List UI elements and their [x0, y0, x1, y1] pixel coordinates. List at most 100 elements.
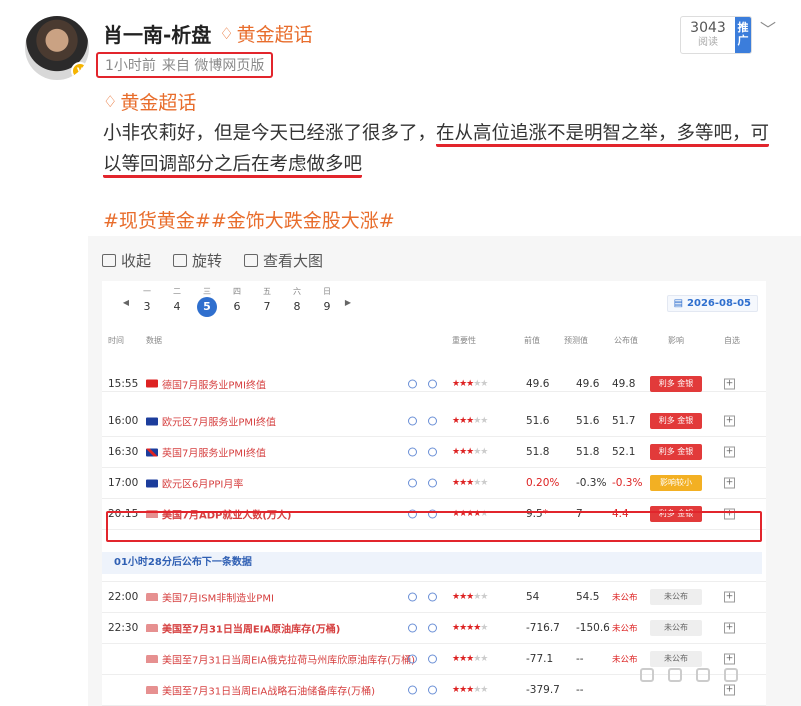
importance-stars: ★★★★★ [452, 416, 488, 426]
row-time: 16:30 [108, 446, 139, 458]
rotate-button[interactable]: 旋转 [173, 250, 222, 271]
header-time: 时间 [108, 336, 124, 345]
view-large-label: 查看大图 [263, 252, 324, 270]
add-icon[interactable]: + [724, 653, 735, 665]
post-topic-label: 黄金超话 [120, 92, 197, 114]
prev-value: -77.1 [526, 653, 553, 665]
promote-button[interactable]: 推广 [735, 17, 751, 53]
weibo-post: v 肖一南-析盘 ♢ 黄金超话 1小时前 来自 微博网页版 3043 阅读 推广… [0, 0, 801, 706]
view-large-button[interactable]: 查看大图 [244, 250, 323, 271]
row-event: 欧元区7月服务业PMI终值 [146, 414, 276, 429]
table-row[interactable]: 15:55 德国7月服务业PMI终值 ★★★★★ 49.6 49.6 49.8 利多 金银 + [102, 375, 766, 392]
table-row[interactable]: 17:00 欧元区6月PPI月率 ★★★★★ 0.20% -0.3% -0.3% 影响较小 + [102, 468, 766, 499]
day-4[interactable]: 二4 [162, 287, 192, 317]
tool-icon-3[interactable] [696, 668, 710, 682]
add-icon[interactable]: + [724, 684, 735, 696]
row-event: 德国7月服务业PMI终值 [146, 376, 266, 391]
next-week-icon[interactable]: ▶ [342, 298, 354, 317]
super-topic-link[interactable]: ♢ 黄金超话 [219, 20, 312, 47]
add-icon[interactable]: + [724, 415, 735, 427]
clock-icon[interactable] [428, 416, 437, 426]
user-name[interactable]: 肖一南-析盘 [103, 19, 211, 48]
importance-stars: ★★★★★ [452, 478, 488, 488]
day-7[interactable]: 五7 [252, 287, 282, 317]
layers-icon[interactable] [408, 592, 417, 602]
layers-icon[interactable] [408, 623, 417, 633]
table-row[interactable]: 16:00 欧元区7月服务业PMI终值 ★★★★★ 51.6 51.6 51.7 利多 金银… [102, 406, 766, 437]
forecast-value: 51.8 [576, 446, 600, 458]
clock-icon[interactable] [428, 478, 437, 488]
hashtags[interactable]: #现货黄金##金饰大跌金股大涨# [103, 206, 395, 233]
add-icon[interactable]: + [724, 446, 735, 458]
day-5[interactable]: 三5 [192, 287, 222, 317]
forecast-value: 51.6 [576, 415, 600, 427]
event-name: 德国7月服务业PMI终值 [162, 380, 266, 391]
header-impact: 影响 [668, 336, 684, 345]
clock-icon[interactable] [428, 379, 437, 388]
layers-icon[interactable] [408, 379, 417, 388]
header-prev: 前值 [524, 336, 540, 345]
post-text: 小非农莉好，但是今天已经涨了很多了，在从高位追涨不是明智之举，多等吧，可 以等回… [103, 118, 787, 180]
clock-icon[interactable] [428, 685, 437, 695]
image-tools [640, 668, 738, 682]
table-row[interactable]: 22:30 美国至7月31日当周EIA原油库存(万桶) ★★★★★ -716.7 -15… [102, 613, 766, 644]
post-topic-link[interactable]: ♢ 黄金超话 [103, 88, 196, 115]
layers-icon[interactable] [408, 654, 417, 664]
add-icon[interactable]: + [724, 622, 735, 634]
date-picker[interactable]: ▤ 2026-08-05 [666, 295, 758, 312]
clock-icon[interactable] [428, 447, 437, 457]
chevron-down-icon[interactable]: ﹀ [760, 16, 776, 40]
diamond-icon: ♢ [219, 23, 234, 43]
weekday-label: 二 [173, 287, 181, 296]
prev-week-icon[interactable]: ◀ [120, 298, 132, 317]
day-3[interactable]: 一3 [132, 287, 162, 317]
layers-icon[interactable] [408, 447, 417, 457]
avatar[interactable]: v [25, 16, 89, 80]
importance-stars: ★★★★★ [452, 685, 488, 695]
post-text-underlined-2: 以等回调部分之后在考虑做多吧 [103, 154, 363, 178]
tool-icon-1[interactable] [640, 668, 654, 682]
tool-icon-4[interactable] [724, 668, 738, 682]
clock-icon[interactable] [428, 623, 437, 633]
event-name: 欧元区7月服务业PMI终值 [162, 417, 276, 429]
next-data-notice: 01小时28分后公布下一条数据 [102, 552, 762, 574]
day-number: 6 [233, 300, 241, 313]
tool-icon-2[interactable] [668, 668, 682, 682]
post-meta: 1小时前 来自 微博网页版 [96, 52, 274, 78]
day-9[interactable]: 日9 [312, 287, 342, 317]
add-icon[interactable]: + [724, 378, 735, 389]
importance-stars: ★★★★★ [452, 654, 488, 664]
magnify-icon [244, 254, 259, 267]
forecast-value: -- [576, 684, 584, 696]
prev-value-text: 49.6 [526, 377, 550, 390]
post-time[interactable]: 1小时前 [105, 55, 156, 75]
economic-calendar-image[interactable]: ◀ 一3二4三5四6五7六8日9 ▶ ▤ 2026-08-05 时间 数据 重要… [102, 281, 766, 706]
day-8[interactable]: 六8 [282, 287, 312, 317]
super-topic-label: 黄金超话 [236, 23, 313, 46]
rotate-label: 旋转 [192, 252, 223, 270]
prev-value: 0.20% [526, 477, 559, 489]
weekday-label: 四 [233, 287, 241, 296]
layers-icon[interactable] [408, 478, 417, 488]
header-forecast: 预测值 [564, 336, 588, 345]
table-row[interactable]: 16:30 英国7月服务业PMI终值 ★★★★★ 51.8 51.8 52.1 利多 金银 + [102, 437, 766, 468]
layers-icon[interactable] [408, 416, 417, 426]
impact-tag: 利多 金银 [650, 444, 702, 460]
forecast-value: -0.3% [576, 477, 607, 489]
add-icon[interactable]: + [724, 591, 735, 603]
actual-value: 52.1 [612, 446, 636, 458]
collapse-button[interactable]: 收起 [102, 250, 151, 271]
impact-tag: 利多 金银 [650, 413, 702, 429]
row-time: 17:00 [108, 477, 139, 489]
add-icon[interactable]: + [724, 477, 735, 489]
week-selector: ◀ 一3二4三5四6五7六8日9 ▶ [120, 287, 354, 317]
day-6[interactable]: 四6 [222, 287, 252, 317]
flag-icon [146, 479, 158, 487]
clock-icon[interactable] [428, 654, 437, 664]
layers-icon[interactable] [408, 685, 417, 695]
actual-value: 未公布 [612, 624, 638, 634]
importance-stars: ★★★★★ [452, 378, 488, 389]
prev-value-text: 51.8 [526, 446, 550, 458]
table-row[interactable]: 22:00 美国7月ISM非制造业PMI ★★★★★ 54 54.5 未公布 未公布 + [102, 582, 766, 613]
clock-icon[interactable] [428, 592, 437, 602]
